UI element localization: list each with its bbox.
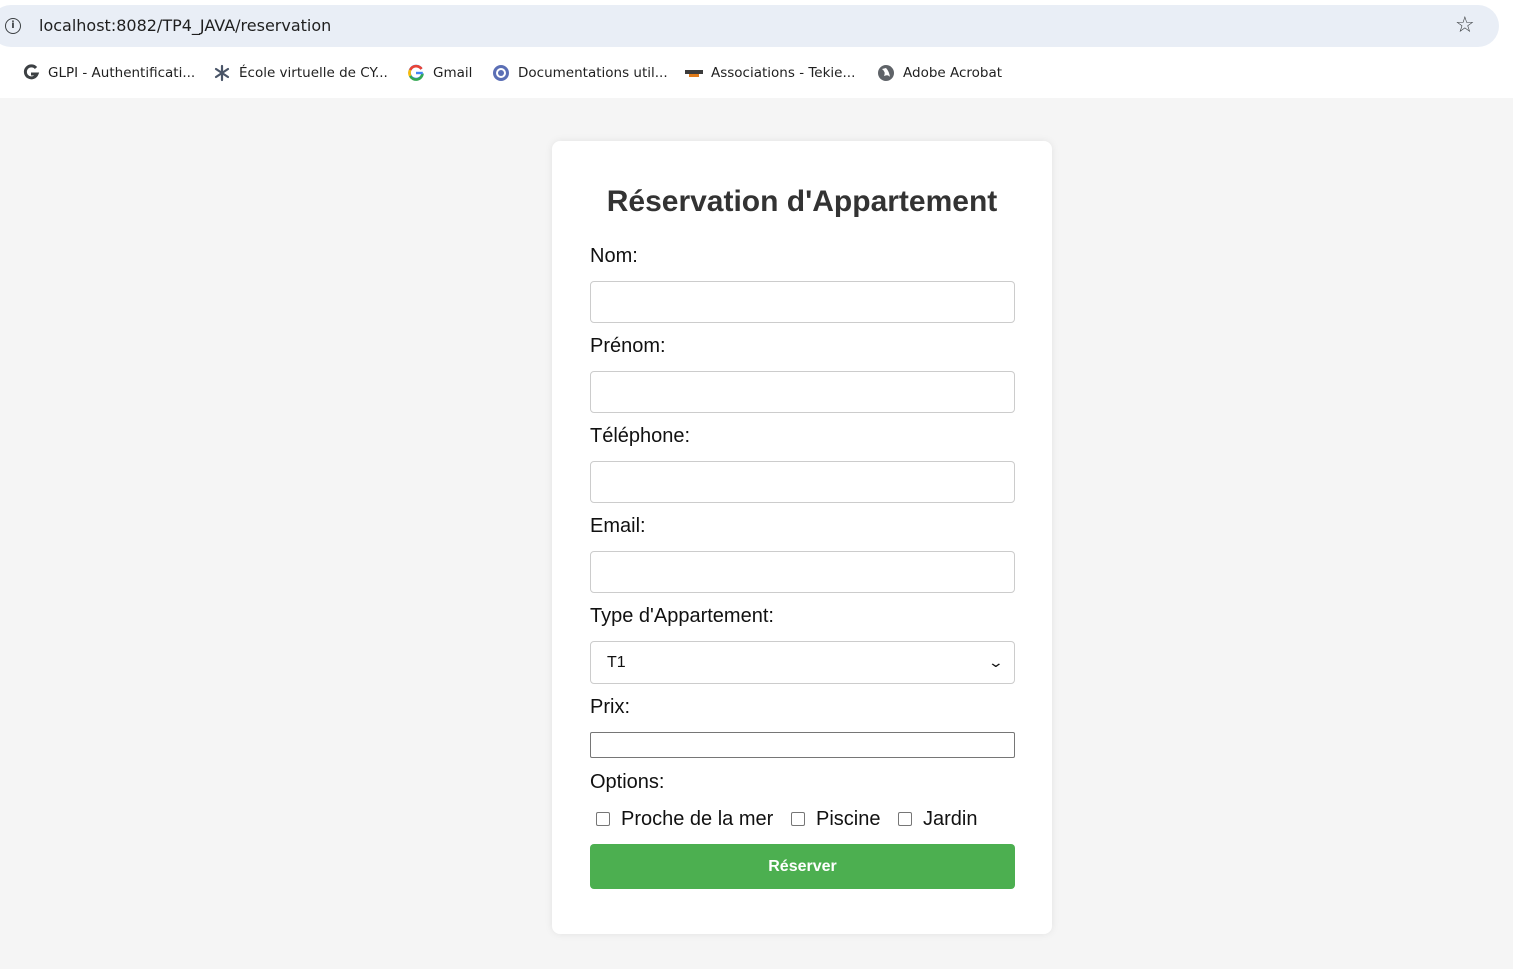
bookmark-adobe-acrobat[interactable]: Adobe Acrobat: [877, 60, 1002, 86]
bookmark-label: École virtuelle de CY...: [239, 65, 388, 81]
glpi-icon: [22, 64, 40, 82]
prenom-input[interactable]: [590, 371, 1015, 413]
telephone-label: Téléphone:: [590, 425, 691, 447]
reserver-button[interactable]: Réserver: [590, 844, 1015, 889]
email-label: Email:: [590, 515, 646, 537]
piscine-checkbox[interactable]: [791, 812, 805, 826]
option-piscine[interactable]: Piscine: [791, 807, 880, 831]
globe-icon: [877, 64, 895, 82]
bookmark-label: GLPI - Authentificati...: [48, 65, 196, 81]
type-appartement-label: Type d'Appartement:: [590, 605, 774, 627]
form-title: Réservation d'Appartement: [606, 185, 998, 218]
reservation-form-card: Réservation d'Appartement Nom: Prénom: T…: [552, 141, 1052, 934]
google-icon: [407, 64, 425, 82]
cy-ecole-icon: [213, 64, 231, 82]
email-input[interactable]: [590, 551, 1015, 593]
url-text[interactable]: localhost:8082/TP4_JAVA/reservation: [39, 16, 331, 35]
bookmark-label: Associations - Tekie...: [711, 65, 856, 81]
prix-label: Prix:: [590, 696, 630, 718]
nom-input[interactable]: [590, 281, 1015, 323]
prix-input[interactable]: [590, 732, 1015, 758]
bookmark-ecole-virtuelle[interactable]: École virtuelle de CY...: [213, 60, 388, 86]
bookmark-label: Adobe Acrobat: [903, 65, 1003, 81]
bookmark-label: Documentations util...: [518, 65, 668, 81]
bookmark-label: Gmail: [433, 65, 473, 81]
bookmark-star-icon[interactable]: ☆: [1455, 12, 1475, 40]
prenom-label: Prénom:: [590, 335, 666, 357]
nom-label: Nom:: [590, 245, 638, 267]
options-label: Options:: [590, 771, 665, 793]
tekiens-icon: [685, 64, 703, 82]
jardin-checkbox[interactable]: [898, 812, 912, 826]
type-appartement-select[interactable]: T1 ⌄: [590, 641, 1015, 684]
option-proche-mer[interactable]: Proche de la mer: [596, 807, 773, 831]
type-appartement-value: T1: [607, 653, 626, 671]
bookmark-glpi[interactable]: GLPI - Authentificati...: [22, 60, 195, 86]
cy-docs-icon: [492, 64, 510, 82]
browser-chrome: i localhost:8082/TP4_JAVA/reservation ☆ …: [0, 0, 1513, 98]
option-label: Proche de la mer: [621, 807, 774, 830]
bookmark-gmail[interactable]: Gmail: [407, 60, 472, 86]
telephone-input[interactable]: [590, 461, 1015, 503]
site-info-icon[interactable]: i: [5, 18, 21, 34]
bookmark-associations[interactable]: Associations - Tekie...: [685, 60, 855, 86]
bookmark-documentations[interactable]: Documentations util...: [492, 60, 668, 86]
option-label: Jardin: [923, 807, 978, 830]
chevron-down-icon: ⌄: [987, 654, 1005, 671]
option-label: Piscine: [816, 807, 881, 830]
proche-mer-checkbox[interactable]: [596, 812, 610, 826]
option-jardin[interactable]: Jardin: [898, 807, 977, 831]
